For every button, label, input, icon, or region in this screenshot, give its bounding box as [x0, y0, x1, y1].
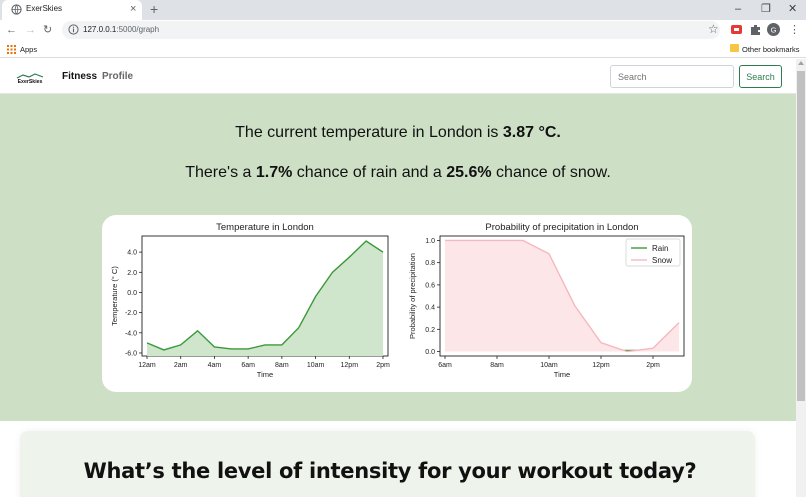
precip-chart-ytick-label: 0.0 — [425, 349, 435, 356]
precip-chart-legend-label: Rain — [652, 244, 668, 253]
temp-chart-ytick-label: -4.0 — [125, 330, 137, 337]
temp-chart-xtick-label: 12pm — [341, 362, 359, 369]
temperature-statement: The current temperature in London is 3.8… — [235, 124, 561, 141]
precip-chart-ytick-label: 0.4 — [425, 305, 435, 312]
apps-grid-icon[interactable] — [7, 45, 16, 54]
temperature-value: 3.87 °C. — [502, 124, 561, 141]
minimize-icon[interactable]: – — [735, 2, 741, 16]
search-button[interactable]: Search — [739, 65, 782, 88]
search-input[interactable] — [610, 65, 734, 88]
weather-section: The current temperature in London is 3.8… — [0, 94, 796, 421]
page-viewport: ExerSkies Fitness Profile Search The cur… — [0, 59, 796, 497]
snow-chance-value: 25.6% — [446, 164, 492, 181]
precip-chart-ylabel: Probability of precipitation — [408, 253, 417, 339]
temp-chart-xtick-label: 8am — [275, 362, 289, 369]
precip-chart-xtick-label: 10am — [540, 362, 558, 369]
temp-chart-xtick-label: 12am — [138, 362, 156, 369]
avatar[interactable]: G — [767, 23, 780, 36]
temp-chart-ytick-label: 0.0 — [127, 290, 137, 297]
scroll-thumb[interactable] — [797, 71, 805, 401]
workout-card: What’s the level of intensity for your w… — [20, 431, 755, 497]
site-navbar: ExerSkies Fitness Profile Search — [0, 59, 796, 94]
svg-text:ExerSkies: ExerSkies — [18, 79, 43, 85]
back-icon[interactable]: ← — [6, 23, 17, 37]
puzzle-icon[interactable] — [750, 24, 761, 35]
browser-tab[interactable]: ExerSkies × — [2, 0, 142, 20]
svg-text:G: G — [771, 25, 777, 34]
rain-chance-value: 1.7% — [255, 164, 293, 181]
precip-chart-xtick-label: 8am — [490, 362, 504, 369]
tab-title: ExerSkies — [26, 4, 63, 13]
charts-svg: Temperature in London 4.0 2.0 0.0 -2.0 -4.0 -6… — [110, 222, 685, 379]
window-close-icon[interactable]: ✕ — [788, 2, 797, 16]
apps-bookmark[interactable]: Apps — [20, 45, 37, 54]
precip-chart-ytick-label: 0.6 — [425, 282, 435, 289]
workout-question: What’s the level of intensity for your w… — [83, 459, 697, 483]
precip-chart-ytick-label: 0.2 — [425, 327, 435, 334]
temp-chart-xtick-label: 4am — [208, 362, 222, 369]
address-bar[interactable]: 127.0.0.1:5000/graph ☆ — [62, 21, 720, 39]
precip-chart-legend-label: Snow — [652, 256, 672, 265]
temp-chart-ytick-label: 2.0 — [127, 270, 137, 277]
precip-chart-ytick-label: 1.0 — [425, 238, 435, 245]
charts-card: Temperature in London 4.0 2.0 0.0 -2.0 -4.0 -6… — [102, 215, 692, 392]
reload-icon[interactable]: ↻ — [43, 23, 52, 37]
temp-chart-ytick-label: -2.0 — [125, 310, 137, 317]
url-text: 127.0.0.1:5000/graph — [83, 25, 160, 34]
bookmarks-bar: Apps Other bookmarks — [0, 41, 806, 58]
precip-chart-xlabel: Time — [554, 370, 570, 379]
temp-chart-ytick-label: 4.0 — [127, 250, 137, 257]
precip-chart-ytick-label: 0.8 — [425, 260, 435, 267]
temp-chart-xtick-label: 10am — [307, 362, 325, 369]
more-icon[interactable]: ⋮ — [789, 23, 800, 37]
browser-toolbar: ← → ↻ 127.0.0.1:5000/graph ☆ G ⋮ — [0, 20, 806, 41]
precip-chart-xtick-label: 2pm — [646, 362, 660, 369]
temp-chart-xtick-label: 6am — [241, 362, 255, 369]
precip-chart-title: Probability of precipitation in London — [485, 222, 638, 233]
temp-chart-xtick-label: 2pm — [376, 362, 390, 369]
info-icon[interactable] — [68, 24, 79, 35]
temp-chart-ylabel: Temperature (° C) — [110, 266, 119, 326]
precip-chart-xtick-label: 6am — [438, 362, 452, 369]
nav-profile-link[interactable]: Profile — [102, 71, 133, 82]
globe-icon — [11, 4, 22, 15]
star-icon[interactable]: ☆ — [708, 22, 719, 36]
precipitation-statement: There's a 1.7% chance of rain and a 25.6… — [185, 164, 611, 181]
close-icon[interactable]: × — [130, 2, 136, 16]
brand-logo[interactable]: ExerSkies — [15, 69, 45, 85]
extension-red-icon[interactable] — [731, 24, 742, 35]
temp-chart-ytick-label: -6.0 — [125, 350, 137, 357]
temp-chart-title: Temperature in London — [216, 222, 314, 233]
folder-icon — [730, 44, 739, 52]
forward-icon[interactable]: → — [25, 23, 36, 37]
browser-tabstrip: ExerSkies × + – ❐ ✕ — [0, 0, 806, 20]
workout-section: What’s the level of intensity for your w… — [0, 421, 796, 497]
temp-chart-xlabel: Time — [257, 370, 273, 379]
restore-icon[interactable]: ❐ — [761, 2, 771, 16]
temp-chart-xtick-label: 2am — [174, 362, 188, 369]
nav-fitness-link[interactable]: Fitness — [62, 71, 97, 82]
scroll-up-arrow[interactable] — [798, 61, 804, 65]
page-scrollbar[interactable] — [796, 59, 806, 497]
plus-icon[interactable]: + — [150, 1, 158, 17]
other-bookmarks[interactable]: Other bookmarks — [742, 45, 800, 54]
precip-chart-xtick-label: 12pm — [592, 362, 610, 369]
